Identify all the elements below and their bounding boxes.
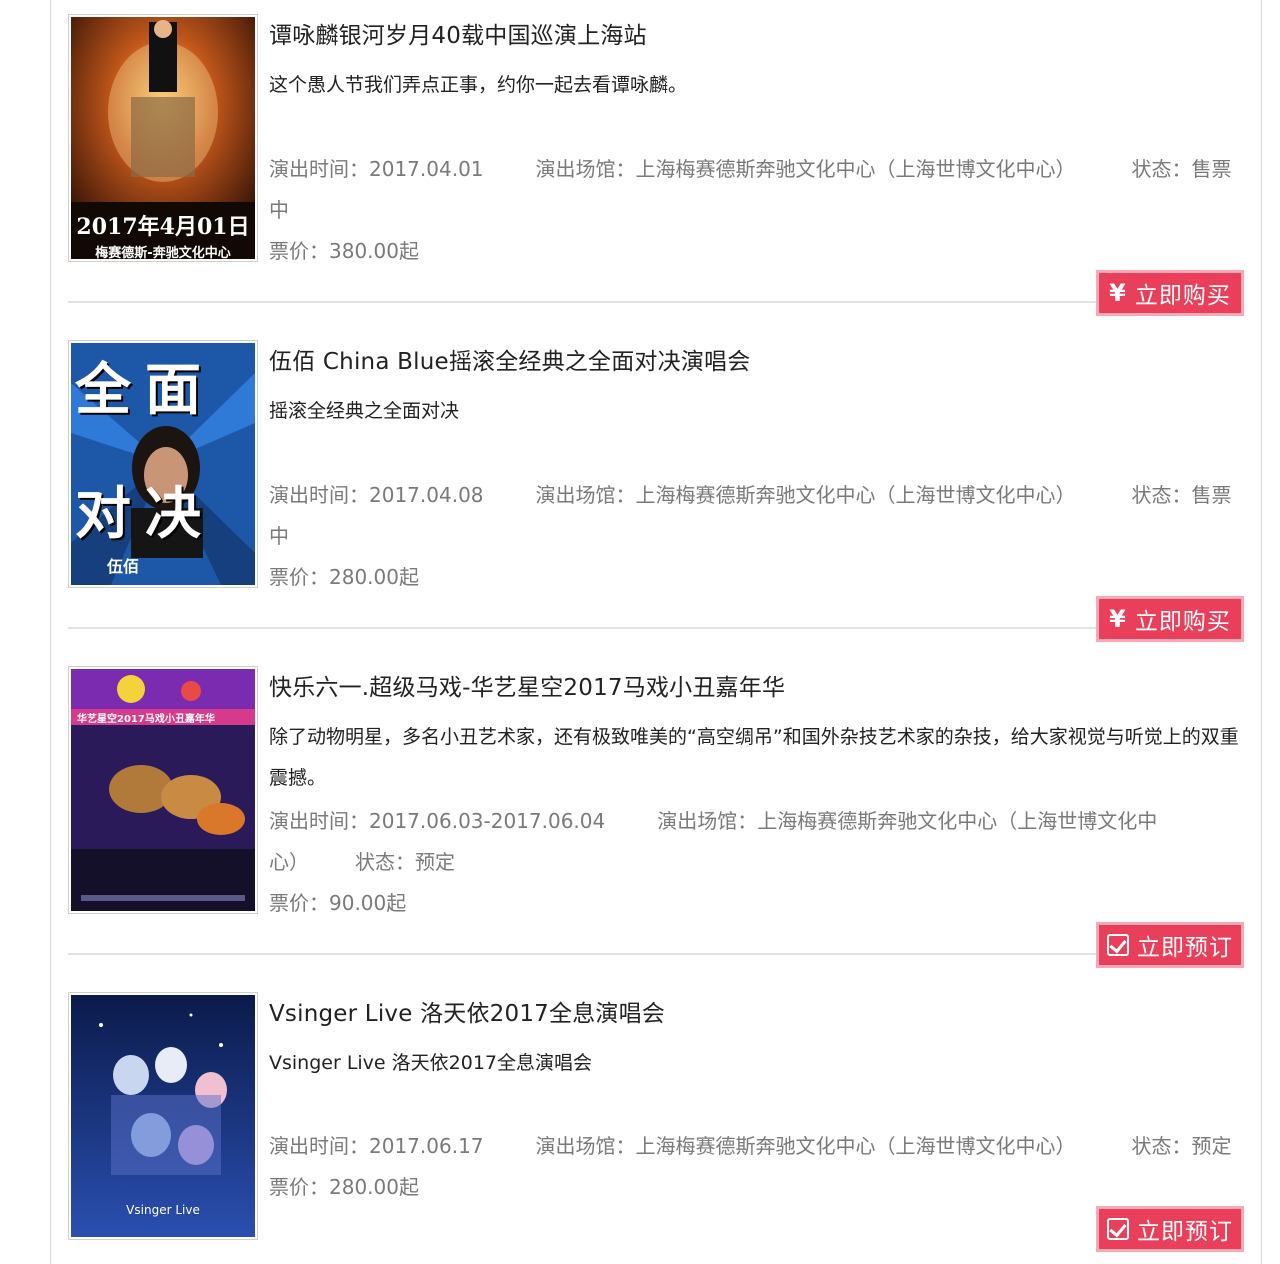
event-description: Vsinger Live 洛天依2017全息演唱会 — [269, 1052, 593, 1074]
status-label: 状态： — [1131, 157, 1192, 181]
event-meta: 演出时间：2017.06.03-2017.06.04 演出场馆：上海梅赛德斯奔驰文… — [269, 801, 1169, 883]
event-price: 票价：280.00起 — [269, 1167, 419, 1208]
price-value: 90.00 — [329, 891, 387, 915]
time-label: 演出时间： — [269, 157, 369, 181]
poster-caption: Vsinger Live — [126, 1203, 200, 1217]
price-suffix: 起 — [398, 1175, 419, 1199]
event-meta: 演出时间：2017.04.01 演出场馆：上海梅赛德斯奔驰文化中心（上海世博文化中… — [269, 149, 1239, 231]
event-price: 票价：90.00起 — [269, 883, 406, 924]
event-title[interactable]: 快乐六一.超级马戏-华艺星空2017马戏小丑嘉年华 — [269, 668, 785, 702]
book-now-button[interactable]: 立即预订 — [1096, 922, 1244, 968]
item-divider — [68, 627, 1098, 629]
event-item: 2017年4月01日 梅赛德斯-奔驰文化中心 谭咏麟银河岁月40载中国巡演上海站… — [68, 14, 1248, 316]
event-venue: 上海梅赛德斯奔驰文化中心（上海世博文化中心） — [635, 483, 1076, 507]
event-price: 票价：380.00起 — [269, 231, 419, 272]
venue-label: 演出场馆： — [535, 157, 636, 181]
poster-artist-text: 伍佰 — [107, 557, 140, 576]
event-title[interactable]: 伍佰 China Blue摇滚全经典之全面对决演唱会 — [269, 342, 750, 376]
poster-venue-text: 梅赛德斯-奔驰文化中心 — [95, 246, 231, 259]
event-description: 这个愚人节我们弄点正事，约你一起去看谭咏麟。 — [269, 74, 688, 96]
event-item: Vsinger Live Vsinger Live 洛天依2017全息演唱会 V… — [68, 992, 1248, 1264]
price-label: 票价： — [269, 891, 329, 915]
poster-image-vsinger — [71, 995, 255, 1237]
event-description: 除了动物明星，多名小丑艺术家，还有极致唯美的“高空绸吊”和国外杂技艺术家的杂技，… — [269, 726, 1239, 789]
status-label: 状态： — [355, 850, 415, 874]
time-label: 演出时间： — [269, 809, 369, 833]
price-label: 票价： — [269, 1175, 329, 1199]
buy-now-label: 立即购买 — [1134, 609, 1231, 635]
price-suffix: 起 — [398, 565, 419, 589]
event-title[interactable]: 谭咏麟银河岁月40载中国巡演上海站 — [269, 16, 647, 50]
event-venue: 上海梅赛德斯奔驰文化中心（上海世博文化中心） — [635, 1134, 1076, 1158]
time-label: 演出时间： — [269, 1134, 369, 1158]
price-value: 280.00 — [329, 1175, 399, 1199]
event-status: 预定 — [1191, 1134, 1232, 1158]
poster-headline-top: 全面 — [75, 358, 215, 423]
checkbox-icon — [1107, 934, 1129, 956]
event-venue: 上海梅赛德斯奔驰文化中心（上海世博文化中心） — [635, 157, 1076, 181]
checkbox-icon — [1107, 1218, 1129, 1240]
price-label: 票价： — [269, 239, 329, 263]
status-label: 状态： — [1131, 483, 1192, 507]
event-time: 2017.04.08 — [369, 483, 484, 507]
page-frame-right-border — [1261, 0, 1262, 1264]
item-divider — [68, 953, 1098, 955]
page-frame-left-border — [50, 0, 51, 1264]
price-value: 280.00 — [329, 565, 399, 589]
status-label: 状态： — [1131, 1134, 1192, 1158]
event-price: 票价：280.00起 — [269, 557, 419, 598]
event-poster[interactable]: Vsinger Live — [68, 992, 258, 1240]
poster-headline-bottom: 对决 — [75, 482, 215, 547]
poster-date-text: 2017年4月01日 — [76, 214, 250, 240]
item-divider — [68, 301, 1098, 303]
event-title[interactable]: Vsinger Live 洛天依2017全息演唱会 — [269, 994, 665, 1028]
buy-now-button[interactable]: ¥ 立即购买 — [1096, 596, 1244, 642]
event-status: 预定 — [415, 850, 455, 874]
event-meta: 演出时间：2017.06.17 演出场馆：上海梅赛德斯奔驰文化中心（上海世博文化中… — [269, 1126, 1239, 1167]
event-description: 摇滚全经典之全面对决 — [269, 400, 460, 422]
buy-now-button[interactable]: ¥ 立即购买 — [1096, 270, 1244, 316]
yen-icon: ¥ — [1109, 605, 1127, 633]
event-time: 2017.06.03-2017.06.04 — [369, 809, 606, 833]
time-label: 演出时间： — [269, 483, 369, 507]
price-label: 票价： — [269, 565, 329, 589]
venue-label: 演出场馆： — [535, 483, 636, 507]
buy-now-label: 立即购买 — [1134, 283, 1231, 309]
event-item: 华艺星空2017马戏小丑嘉年华 快乐六一.超级马戏-华艺星空2017马戏小丑嘉年… — [68, 666, 1248, 968]
event-poster[interactable]: 2017年4月01日 梅赛德斯-奔驰文化中心 — [68, 14, 258, 262]
book-now-label: 立即预订 — [1137, 1219, 1233, 1245]
yen-icon: ¥ — [1109, 279, 1127, 307]
price-suffix: 起 — [398, 239, 419, 263]
price-value: 380.00 — [329, 239, 399, 263]
book-now-label: 立即预订 — [1137, 935, 1233, 961]
price-suffix: 起 — [386, 891, 407, 915]
event-item: 全面 对决 伍佰 伍佰 China Blue摇滚全经典之全面对决演唱会 摇滚全经… — [68, 340, 1248, 642]
event-poster[interactable]: 华艺星空2017马戏小丑嘉年华 — [68, 666, 258, 914]
poster-image-circus — [71, 669, 255, 911]
poster-caption: 华艺星空2017马戏小丑嘉年华 — [77, 714, 215, 725]
venue-label: 演出场馆： — [535, 1134, 636, 1158]
event-time: 2017.06.17 — [369, 1134, 484, 1158]
book-now-button[interactable]: 立即预订 — [1096, 1206, 1244, 1252]
event-time: 2017.04.01 — [369, 157, 484, 181]
event-poster[interactable]: 全面 对决 伍佰 — [68, 340, 258, 588]
event-meta: 演出时间：2017.04.08 演出场馆：上海梅赛德斯奔驰文化中心（上海世博文化中… — [269, 475, 1239, 557]
venue-label: 演出场馆： — [657, 809, 758, 833]
